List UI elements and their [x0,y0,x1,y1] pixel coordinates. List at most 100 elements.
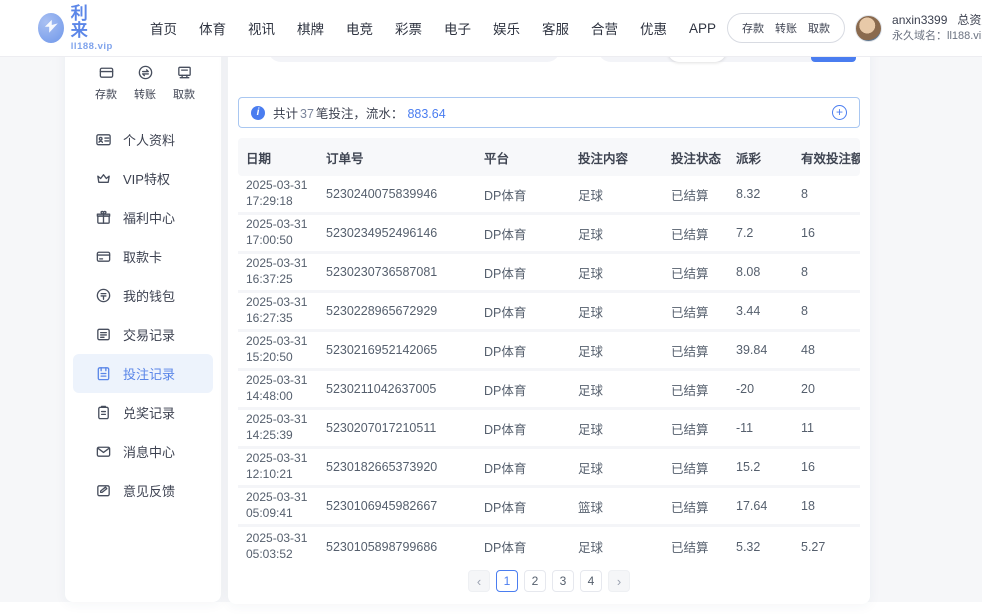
nav-item[interactable]: 电竞 [335,10,384,46]
cell-platform: DP体育 [484,263,578,282]
avatar[interactable] [855,15,882,42]
nav-item[interactable]: 彩票 [384,10,433,46]
cell-order-number: 5230182665373920 [326,460,484,474]
page-number-button[interactable]: 2 [524,570,546,592]
gift-icon [95,209,112,226]
nav-item[interactable]: 首页 [139,10,188,46]
cell-bet-content: 足球 [578,263,671,282]
sidebar-menu-item[interactable]: 意见反馈 [73,471,213,510]
sidebar-menu-item[interactable]: 兑奖记录 [73,393,213,432]
table-row[interactable]: 2025-03-3116:37:25 5230230736587081 DP体育… [238,254,860,293]
quick-action-label: 转账 [134,86,156,102]
sidebar-menu-item[interactable]: 我的钱包 [73,276,213,315]
page-number-button[interactable]: 3 [552,570,574,592]
cell-date: 2025-03-3115:20:50 [246,334,326,365]
cell-bet-status: 已结算 [671,380,736,399]
cell-platform: DP体育 [484,497,578,516]
table-row[interactable]: 2025-03-3114:48:00 5230211042637005 DP体育… [238,371,860,410]
cell-bet-content: 足球 [578,185,671,204]
cell-order-number: 5230207017210511 [326,421,484,435]
feedback-icon [95,482,112,499]
expand-plus-icon[interactable]: + [832,105,847,120]
table-row[interactable]: 2025-03-3112:10:21 5230182665373920 DP体育… [238,449,860,488]
nav-item[interactable]: 娱乐 [482,10,531,46]
cell-date: 2025-03-3117:29:18 [246,178,326,209]
cell-valid-bet: 8 [801,187,860,201]
cell-valid-bet: 8 [801,265,860,279]
wallet-action[interactable]: 取款 [808,20,830,36]
cell-bet-status: 已结算 [671,224,736,243]
table-row[interactable]: 2025-03-3117:00:50 5230234952496146 DP体育… [238,215,860,254]
cell-bet-status: 已结算 [671,419,736,438]
cell-payout: 39.84 [736,343,801,357]
nav-item[interactable]: 电子 [433,10,482,46]
sidebar-menu-item[interactable]: 福利中心 [73,198,213,237]
table-row[interactable]: 2025-03-3116:27:35 5230228965672929 DP体育… [238,293,860,332]
sidebar-menu-label: 消息中心 [123,442,175,461]
wallet-action[interactable]: 存款 [742,20,764,36]
quick-action[interactable]: 存款 [95,64,117,102]
cell-payout: 5.32 [736,540,801,554]
cell-platform: DP体育 [484,185,578,204]
table-row[interactable]: 2025-03-3105:03:52 5230105898799686 DP体育… [238,527,860,566]
cell-date: 2025-03-3105:09:41 [246,490,326,521]
cell-order-number: 5230234952496146 [326,226,484,240]
sidebar-menu-item[interactable]: 交易记录 [73,315,213,354]
cell-payout: -20 [736,382,801,396]
page-number-button[interactable]: 1 [496,570,518,592]
nav-item[interactable]: 优惠 [629,10,678,46]
cell-platform: DP体育 [484,458,578,477]
cell-date: 2025-03-3114:48:00 [246,373,326,404]
cell-payout: 7.2 [736,226,801,240]
nav-item[interactable]: 合营 [580,10,629,46]
sidebar-menu-item[interactable]: 投注记录 [73,354,213,393]
brand-logo[interactable]: 利 来 ll188.vip [38,5,117,52]
quick-action-label: 取款 [173,86,195,102]
brand-name: 利 来 [71,5,117,39]
cell-bet-content: 篮球 [578,497,671,516]
cell-payout: 17.64 [736,499,801,513]
cell-bet-content: 足球 [578,224,671,243]
prev-page-button[interactable]: ‹ [468,570,490,592]
deposit-icon [98,64,115,81]
cell-order-number: 5230105898799686 [326,540,484,554]
username[interactable]: anxin3399 [892,13,947,27]
table-header-row: 日期订单号平台投注内容投注状态派彩有效投注额 [238,138,860,176]
cell-date: 2025-03-3114:25:39 [246,412,326,443]
quick-action-label: 存款 [95,86,117,102]
sidebar-menu-item[interactable]: 取款卡 [73,237,213,276]
sidebar-menu-label: 意见反馈 [123,481,175,500]
nav-item[interactable]: 视讯 [237,10,286,46]
sidebar-menu-item[interactable]: 个人资料 [73,120,213,159]
sidebar-menu-item[interactable]: VIP特权 [73,159,213,198]
nav-item[interactable]: APP [678,13,727,44]
table-row[interactable]: 2025-03-3114:25:39 5230207017210511 DP体育… [238,410,860,449]
sidebar-menu-label: 兑奖记录 [123,403,175,422]
table-row[interactable]: 2025-03-3105:09:41 5230106945982667 DP体育… [238,488,860,527]
sidebar-menu-item[interactable]: 消息中心 [73,432,213,471]
nav-item[interactable]: 客服 [531,10,580,46]
permanent-domain: 永久域名：ll188.vip | ll188.... [892,29,982,44]
cell-platform: DP体育 [484,419,578,438]
quick-action[interactable]: 转账 [134,64,156,102]
crown-icon [95,170,112,187]
wallet-action[interactable]: 转账 [775,20,797,36]
cell-platform: DP体育 [484,224,578,243]
nav-item[interactable]: 棋牌 [286,10,335,46]
table-row[interactable]: 2025-03-3115:20:50 5230216952142065 DP体育… [238,332,860,371]
cell-payout: 8.08 [736,265,801,279]
cell-valid-bet: 18 [801,499,860,513]
cell-bet-status: 已结算 [671,458,736,477]
cell-order-number: 5230106945982667 [326,499,484,513]
id-card-icon [95,131,112,148]
wallet-actions-pill: 存款转账取款 [727,13,845,43]
cell-valid-bet: 20 [801,382,860,396]
cell-payout: 8.32 [736,187,801,201]
nav-item[interactable]: 体育 [188,10,237,46]
cell-bet-status: 已结算 [671,263,736,282]
next-page-button[interactable]: › [608,570,630,592]
page-buttons: 1234 [496,570,602,592]
quick-action[interactable]: 取款 [173,64,195,102]
page-number-button[interactable]: 4 [580,570,602,592]
table-row[interactable]: 2025-03-3117:29:18 5230240075839946 DP体育… [238,176,860,215]
